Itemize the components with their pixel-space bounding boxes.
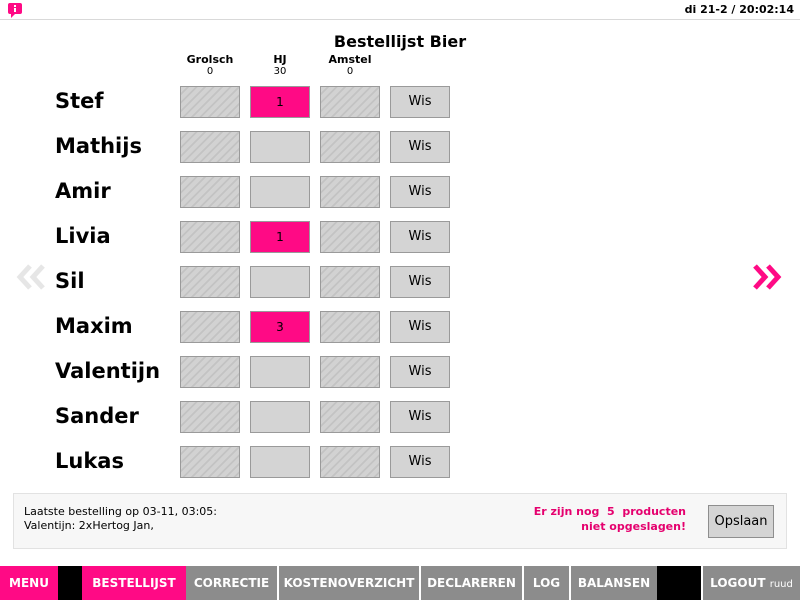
top-bar: di 21-2 / 20:02:14 — [0, 0, 800, 20]
order-cell — [180, 131, 240, 163]
order-cell — [320, 356, 380, 388]
column-count: 0 — [346, 66, 354, 77]
nav-declareren[interactable]: DECLAREREN — [421, 566, 522, 600]
order-list-page: di 21-2 / 20:02:14 Bestellijst Bier Grol… — [0, 0, 800, 600]
clear-button[interactable]: Wis — [390, 266, 450, 298]
unsaved-warning-line2: niet opgeslagen! — [581, 520, 686, 533]
person-name: Valentijn — [55, 359, 161, 383]
clear-button[interactable]: Wis — [390, 446, 450, 478]
order-cell[interactable] — [250, 266, 310, 298]
person-row: Mathijs Wis — [0, 131, 800, 165]
column-header-amstel: Amstel 0 — [320, 53, 380, 78]
last-order-detail: Valentijn: 2xHertog Jan, — [24, 519, 154, 532]
order-cell[interactable] — [250, 446, 310, 478]
person-row: Lukas Wis — [0, 446, 800, 480]
column-header-grolsch: Grolsch 0 — [180, 53, 240, 78]
order-cell[interactable] — [250, 176, 310, 208]
logout-user: ruud — [769, 579, 793, 590]
order-cell[interactable]: 3 — [250, 311, 310, 343]
column-name: HJ — [273, 53, 287, 66]
order-cell — [320, 446, 380, 478]
order-cell — [180, 221, 240, 253]
order-cell — [180, 446, 240, 478]
order-cell — [180, 401, 240, 433]
nav-logout[interactable]: LOGOUT ruud — [703, 566, 800, 600]
column-header-hj: HJ 30 — [250, 53, 310, 78]
previous-page-icon[interactable] — [15, 262, 49, 292]
last-order-info: Laatste bestelling op 03-11, 03:05: Vale… — [24, 505, 217, 533]
clear-button[interactable]: Wis — [390, 131, 450, 163]
info-bubble-icon[interactable] — [7, 2, 23, 18]
order-cell — [320, 401, 380, 433]
clear-button[interactable]: Wis — [390, 221, 450, 253]
nav-correctie[interactable]: CORRECTIE — [186, 566, 277, 600]
order-cell[interactable] — [250, 131, 310, 163]
nav-spacer-left — [58, 566, 82, 600]
clear-button[interactable]: Wis — [390, 401, 450, 433]
status-panel: Laatste bestelling op 03-11, 03:05: Vale… — [13, 493, 787, 549]
order-cell — [320, 311, 380, 343]
order-cell — [180, 266, 240, 298]
order-cell — [320, 86, 380, 118]
person-name: Mathijs — [55, 134, 142, 158]
clear-button[interactable]: Wis — [390, 311, 450, 343]
person-name: Maxim — [55, 314, 133, 338]
page-title-text: Bestellijst Bier — [333, 32, 467, 51]
person-name: Stef — [55, 89, 104, 113]
unsaved-warning: Er zijn nog 5 producten niet opgeslagen! — [534, 504, 686, 534]
save-button[interactable]: Opslaan — [708, 505, 774, 538]
person-row: Amir Wis — [0, 176, 800, 210]
person-row: Livia 1 Wis — [0, 221, 800, 255]
last-order-line: Laatste bestelling op 03-11, 03:05: — [24, 505, 217, 518]
order-cell — [320, 266, 380, 298]
order-cell[interactable]: 1 — [250, 86, 310, 118]
datetime-label: di 21-2 / 20:02:14 — [684, 3, 794, 16]
nav-log[interactable]: LOG — [524, 566, 569, 600]
clear-button[interactable]: Wis — [390, 356, 450, 388]
column-count: 0 — [206, 66, 214, 77]
order-cell — [320, 221, 380, 253]
clear-button[interactable]: Wis — [390, 86, 450, 118]
clear-button[interactable]: Wis — [390, 176, 450, 208]
order-cell[interactable] — [250, 356, 310, 388]
bottom-nav: MENU BESTELLIJST CORRECTIE KOSTENOVERZIC… — [0, 566, 800, 600]
order-cell — [180, 176, 240, 208]
column-name: Amstel — [328, 53, 372, 66]
order-cell[interactable] — [250, 401, 310, 433]
order-cell — [320, 176, 380, 208]
order-cell[interactable]: 1 — [250, 221, 310, 253]
person-name: Lukas — [55, 449, 124, 473]
column-name: Grolsch — [186, 53, 234, 66]
next-page-icon[interactable] — [750, 262, 784, 292]
logout-label: LOGOUT — [710, 576, 766, 590]
page-title: Bestellijst Bier — [0, 32, 800, 51]
nav-spacer-right — [657, 566, 701, 600]
unsaved-warning-line1: Er zijn nog 5 producten — [533, 505, 686, 518]
nav-bestellijst[interactable]: BESTELLIJST — [82, 566, 186, 600]
person-name: Sander — [55, 404, 139, 428]
person-name: Sil — [55, 269, 85, 293]
nav-kostenoverzicht[interactable]: KOSTENOVERZICHT — [279, 566, 419, 600]
person-row: Sil Wis — [0, 266, 800, 300]
order-cell — [180, 86, 240, 118]
order-cell — [320, 131, 380, 163]
person-name: Amir — [55, 179, 111, 203]
column-count: 30 — [273, 66, 287, 77]
person-row: Sander Wis — [0, 401, 800, 435]
person-row: Maxim 3 Wis — [0, 311, 800, 345]
person-name: Livia — [55, 224, 111, 248]
nav-menu[interactable]: MENU — [0, 566, 58, 600]
person-row: Valentijn Wis — [0, 356, 800, 390]
order-cell — [180, 311, 240, 343]
person-row: Stef 1 Wis — [0, 86, 800, 120]
nav-balansen[interactable]: BALANSEN — [571, 566, 657, 600]
order-cell — [180, 356, 240, 388]
